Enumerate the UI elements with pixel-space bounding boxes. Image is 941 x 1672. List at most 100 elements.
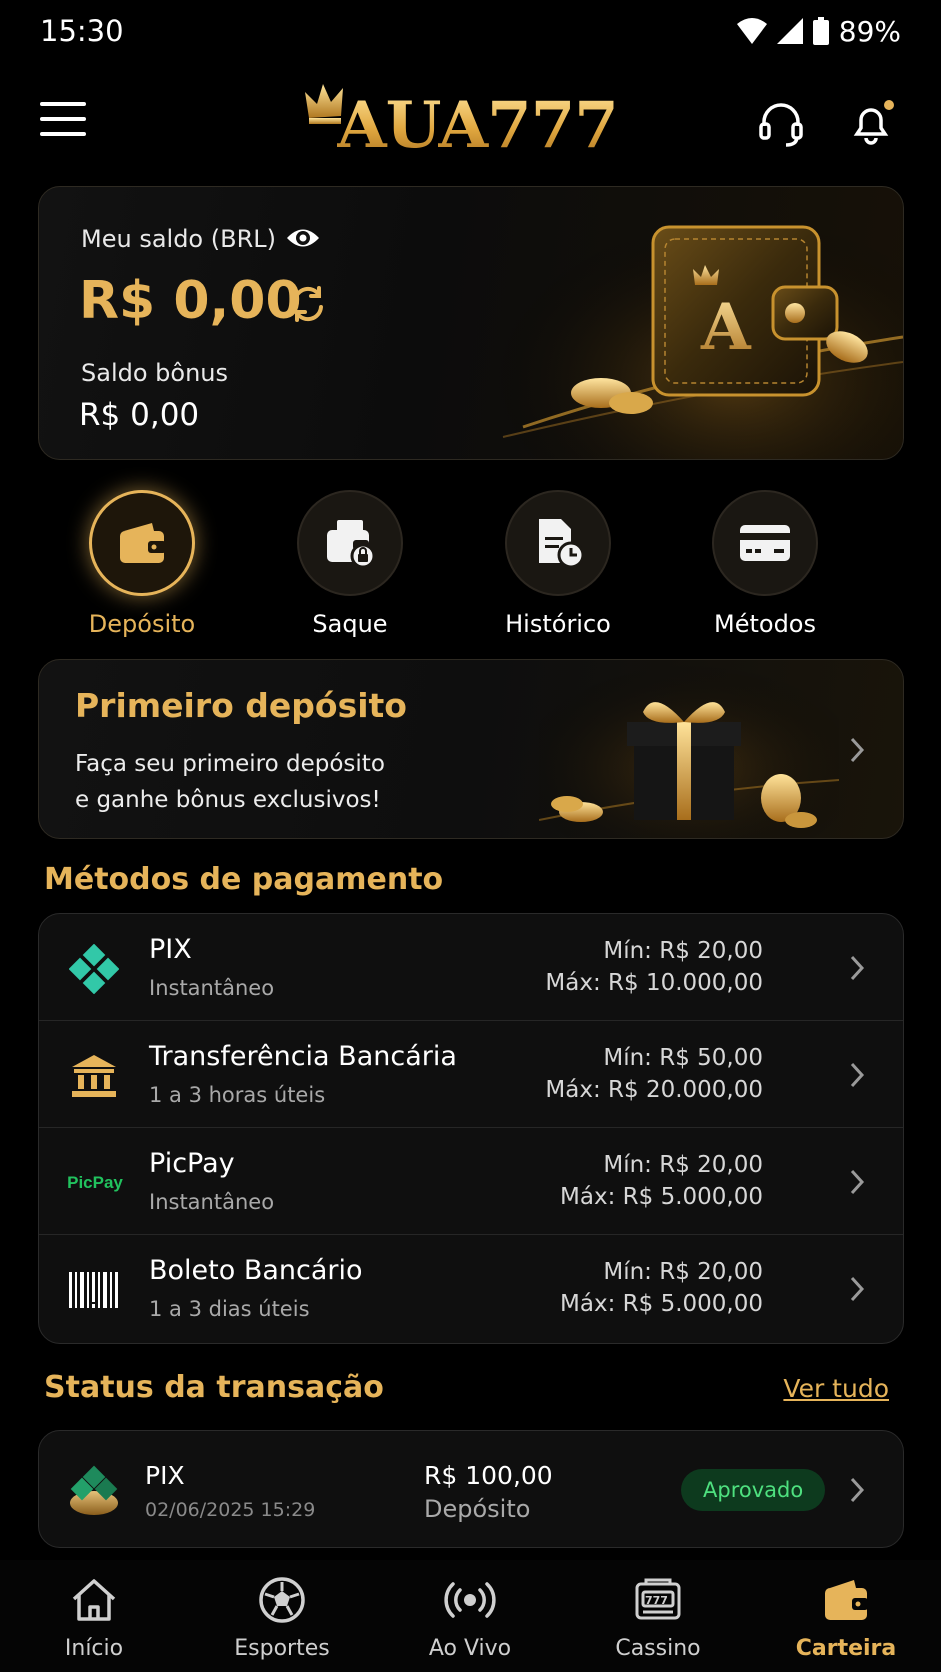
nav-sports[interactable]: Esportes	[202, 1572, 362, 1661]
bank-icon	[72, 1055, 116, 1097]
payment-method-bank-transfer[interactable]: Transferência Bancária 1 a 3 horas úteis…	[39, 1021, 903, 1128]
history-icon	[539, 519, 583, 569]
method-processing-time: Instantâneo	[149, 1190, 275, 1214]
promo-text-line: Faça seu primeiro depósito	[75, 751, 385, 777]
transaction-type: Depósito	[424, 1495, 531, 1523]
transaction-date: 02/06/2025 15:29	[145, 1499, 316, 1521]
transaction-method: PIX	[145, 1461, 185, 1490]
nav-home[interactable]: Início	[14, 1572, 174, 1661]
payment-method-picpay[interactable]: PicPay PicPay Instantâneo Mín: R$ 20,00 …	[39, 1128, 903, 1235]
action-label: Saque	[312, 610, 388, 638]
menu-icon	[40, 102, 86, 106]
method-name: PIX	[149, 934, 192, 965]
bottom-navigation: Início Esportes Ao Vivo 777 Cassino Cart…	[0, 1560, 941, 1672]
headset-icon	[759, 103, 803, 147]
payment-method-pix[interactable]: PIX Instantâneo Mín: R$ 20,00 Máx: R$ 10…	[39, 914, 903, 1021]
gold-wallet-illustration: A	[483, 187, 903, 459]
transaction-item[interactable]: PIX 02/06/2025 15:29 R$ 100,00 Depósito …	[38, 1430, 904, 1548]
nav-label: Esportes	[234, 1636, 330, 1661]
svg-text:A: A	[700, 290, 752, 365]
method-processing-time: 1 a 3 horas úteis	[149, 1083, 326, 1107]
method-min: Mín: R$ 50,00	[603, 1045, 763, 1071]
see-all-link[interactable]: Ver tudo	[783, 1374, 889, 1403]
chevron-right-icon	[850, 737, 865, 763]
live-broadcast-icon	[444, 1582, 496, 1618]
app-header: AUA777	[0, 72, 941, 176]
payment-methods-list: PIX Instantâneo Mín: R$ 20,00 Máx: R$ 10…	[38, 913, 904, 1344]
action-history[interactable]: Histórico	[473, 490, 643, 638]
method-processing-time: Instantâneo	[149, 976, 275, 1000]
status-bar: 15:30 89%	[0, 0, 941, 62]
action-label: Métodos	[714, 610, 816, 638]
nav-casino[interactable]: 777 Cassino	[578, 1572, 738, 1661]
method-name: PicPay	[149, 1148, 235, 1179]
balance-label: Meu saldo (BRL)	[81, 225, 276, 253]
chevron-right-icon	[850, 1276, 865, 1302]
nav-label: Início	[64, 1636, 124, 1661]
nav-label: Ao Vivo	[428, 1636, 512, 1661]
transaction-amount: R$ 100,00	[424, 1461, 553, 1490]
status-icons: 89%	[736, 14, 901, 48]
transaction-status-title: Status da transação	[44, 1370, 384, 1405]
bonus-amount: R$ 0,00	[79, 397, 200, 433]
nav-wallet[interactable]: Carteira	[766, 1572, 926, 1661]
action-label: Histórico	[505, 610, 611, 638]
nav-live[interactable]: Ao Vivo	[390, 1572, 550, 1661]
action-withdraw[interactable]: Saque	[265, 490, 435, 638]
promo-title: Primeiro depósito	[75, 686, 407, 725]
gift-illustration	[539, 660, 839, 838]
first-deposit-promo[interactable]: Primeiro depósito Faça seu primeiro depó…	[38, 659, 904, 839]
chevron-right-icon	[850, 1169, 865, 1195]
battery-percent: 89%	[838, 14, 901, 48]
battery-icon	[812, 17, 829, 45]
promo-text: Faça seu primeiro depósito e ganhe bônus…	[75, 746, 415, 818]
logo-text: AUA777	[337, 88, 619, 163]
wallet-icon	[120, 523, 166, 563]
app-logo: AUA777	[305, 78, 635, 168]
method-min: Mín: R$ 20,00	[603, 938, 763, 964]
action-label: Depósito	[88, 610, 196, 638]
picpay-icon: PicPay	[67, 1173, 123, 1192]
method-max: Máx: R$ 5.000,00	[560, 1291, 763, 1317]
method-name: Boleto Bancário	[149, 1255, 363, 1286]
balance-card: Meu saldo (BRL) R$ 0,00 Saldo bônus R$ 0…	[38, 186, 904, 460]
chevron-right-icon	[850, 1477, 865, 1503]
support-button[interactable]	[756, 98, 806, 148]
slot-machine-icon: 777	[635, 1578, 681, 1620]
eye-icon[interactable]	[285, 223, 321, 253]
payment-methods-title: Métodos de pagamento	[44, 862, 444, 897]
method-max: Máx: R$ 20.000,00	[545, 1077, 763, 1103]
notifications-button[interactable]	[846, 98, 896, 148]
bell-icon	[853, 100, 894, 145]
method-processing-time: 1 a 3 dias úteis	[149, 1297, 310, 1321]
balance-amount: R$ 0,00	[79, 271, 302, 331]
wifi-icon	[736, 18, 767, 44]
status-time: 15:30	[40, 14, 124, 48]
pix-icon	[70, 1465, 118, 1515]
soccer-ball-icon	[259, 1577, 305, 1623]
method-min: Mín: R$ 20,00	[603, 1152, 763, 1178]
menu-button[interactable]	[40, 102, 86, 142]
method-max: Máx: R$ 10.000,00	[545, 970, 763, 996]
pix-icon	[69, 944, 119, 994]
method-name: Transferência Bancária	[149, 1041, 457, 1072]
barcode-icon	[69, 1272, 118, 1308]
wallet-icon	[825, 1580, 868, 1620]
nav-label: Carteira	[795, 1636, 897, 1661]
refresh-icon[interactable]	[289, 285, 327, 323]
withdraw-icon	[327, 520, 376, 568]
status-badge: Aprovado	[681, 1469, 826, 1511]
promo-text-line: e ganhe bônus exclusivos!	[75, 787, 381, 813]
home-icon	[72, 1579, 116, 1621]
chevron-right-icon	[850, 1062, 865, 1088]
method-min: Mín: R$ 20,00	[603, 1259, 763, 1285]
nav-label: Cassino	[615, 1636, 701, 1661]
chevron-right-icon	[850, 955, 865, 981]
action-methods[interactable]: Métodos	[680, 490, 850, 638]
signal-icon	[776, 18, 803, 44]
action-deposit[interactable]: Depósito	[57, 490, 227, 638]
card-icon	[740, 525, 790, 561]
payment-method-boleto[interactable]: Boleto Bancário 1 a 3 dias úteis Mín: R$…	[39, 1235, 903, 1342]
method-max: Máx: R$ 5.000,00	[560, 1184, 763, 1210]
bonus-label: Saldo bônus	[81, 359, 228, 387]
